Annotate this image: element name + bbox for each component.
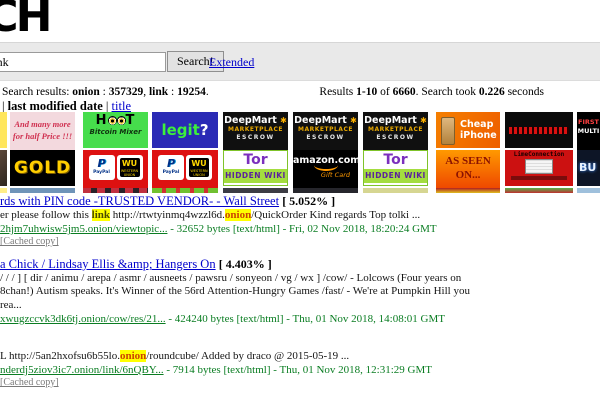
ad-banner-cropped-2[interactable] [0, 150, 7, 186]
ad-strip-cropped[interactable] [0, 188, 7, 193]
ad-strip-cropped[interactable] [223, 188, 288, 193]
torch-logo: TORCH [0, 0, 60, 42]
ad-banner-paypal-westernunion-1[interactable]: P PayPal WU WESTERN UNION [83, 150, 148, 191]
screenshot-thumbnail [525, 159, 553, 174]
result-url-line: nderdj5ziov3ic7.onion/link/6nQBY... - 79… [0, 364, 600, 376]
ad-text: legit [161, 121, 199, 139]
result-meta: - 424240 bytes [text/html] - Thu, 01 Nov… [166, 313, 445, 325]
ad-banner-first-multi[interactable]: FIRST MULTI [577, 112, 600, 154]
ad-subtitle: Bitcoin Mixer [83, 128, 148, 136]
result-url-line: 2hjm7uhwisw5jm5.onion/viewtopic... - 326… [0, 223, 600, 235]
result-relevance: [ 4.403% ] [219, 257, 272, 271]
ad-banner-as-seen-on[interactable]: AS SEEN ON... [436, 150, 500, 190]
result-title-link[interactable]: a Chick / Lindsay Ellis &amp; Hangers On [0, 257, 216, 271]
ad-banner-half-price[interactable]: And many more for half Price !!! [10, 112, 75, 154]
ad-banner-amazon-gift-card[interactable]: amazon.com Gift Card [293, 150, 358, 192]
result-relevance: [ 5.052% ] [282, 194, 335, 208]
extended-search-link[interactable]: Extended [209, 55, 254, 70]
spark-icon: ✱ [280, 116, 287, 125]
result-url-link[interactable]: nderdj5ziov3ic7.onion/link/6nQBY... [0, 364, 164, 376]
spark-icon: ✱ [420, 116, 427, 125]
ad-text: ? [200, 121, 209, 139]
search-term-counts: Search results: onion : 357329, link : 1… [2, 86, 209, 98]
ad-banner-hoot-bitcoin-mixer[interactable]: HT Bitcoin Mixer [83, 112, 148, 148]
ad-banner-hidden-wiki-2[interactable]: Tor HIDDEN WIKI [363, 150, 428, 186]
paypal-logo-icon: P PayPal [89, 155, 115, 180]
ad-strip-cropped[interactable] [505, 188, 573, 193]
result-url-link[interactable]: 2hjm7uhwisw5jm5.onion/viewtopic... [0, 223, 167, 235]
ad-banner-cheap-iphone[interactable]: CheapiPhone [436, 112, 500, 148]
paypal-logo-icon: P PayPal [158, 155, 184, 180]
ad-banner-hidden-wiki-1[interactable]: Tor HIDDEN WIKI [223, 150, 288, 186]
ad-banner-blu-cropped[interactable]: BU [577, 150, 600, 186]
tor-onion-logo: Tor [364, 151, 427, 169]
results-list: rds with PIN code -TRUSTED VENDOR- - Wal… [0, 194, 600, 400]
ad-strip-cropped[interactable] [293, 188, 358, 193]
ad-banner-deepmart-1[interactable]: DeepMart ✱ MARKETPLACE ESCROW [223, 112, 288, 152]
result-meta: - 32652 bytes [text/html] - Fri, 02 Nov … [167, 223, 436, 235]
ad-banner-deepmart-3[interactable]: DeepMart ✱ MARKETPLACE ESCROW [363, 112, 428, 152]
result-url-link[interactable]: xwugzccvk3dk6tj.onion/cow/res/21... [0, 313, 166, 325]
ad-text: And many more [10, 118, 75, 130]
spark-icon: ✱ [350, 116, 357, 125]
results-count: Results 1-10 of 6660. Search took 0.226 … [319, 86, 544, 98]
result-snippet: er please follow this link http://rtwtyi… [0, 209, 487, 222]
ad-strip-cropped[interactable] [10, 188, 75, 193]
search-result: a Chick / Lindsay Ellis &amp; Hangers On… [0, 257, 600, 325]
search-result: L http://5an2hxofsu6b55lo.onion/roundcub… [0, 335, 600, 388]
sort-active-last-modified: | last modified date | [2, 99, 112, 113]
owl-eyes-icon [117, 116, 126, 125]
ad-text: for half Price !!! [10, 130, 75, 142]
ad-strip-cropped[interactable] [363, 188, 428, 193]
ad-banner-paypal-westernunion-2[interactable]: P PayPal WU WESTERN UNION [152, 150, 218, 191]
cached-copy-link[interactable]: [Cached copy] [0, 236, 59, 247]
search-input[interactable] [0, 52, 166, 72]
ad-banner-cropped-1[interactable] [0, 112, 7, 148]
red-text-strip [509, 127, 569, 134]
western-union-logo-icon: WU WESTERN UNION [186, 155, 212, 180]
ad-title: HT [83, 115, 148, 127]
result-title-link[interactable]: rds with PIN code -TRUSTED VENDOR- - Wal… [0, 194, 279, 208]
ad-strip-cropped[interactable] [152, 188, 218, 193]
western-union-logo-icon: WU WESTERN UNION [117, 155, 143, 180]
sort-by-title-link[interactable]: title [112, 99, 131, 113]
ad-strip-cropped[interactable] [83, 188, 148, 193]
ad-banner-dark-red-text[interactable] [505, 112, 573, 148]
result-url-line: xwugzccvk3dk6tj.onion/cow/res/21... - 42… [0, 313, 600, 325]
owl-eyes-icon [108, 116, 117, 125]
tor-onion-logo: Tor [224, 151, 287, 169]
ad-url-strip [511, 176, 567, 180]
search-bar: Search! Extended [0, 42, 600, 81]
result-meta: - 7914 bytes [text/html] - Thu, 01 Nov 2… [164, 364, 432, 376]
ad-banner-legit[interactable]: legit? [152, 112, 218, 148]
torch-logo-text: TORCH [0, 0, 49, 42]
ad-banner-deepmart-2[interactable]: DeepMart ✱ MARKETPLACE ESCROW [293, 112, 358, 152]
ad-strip-cropped[interactable] [436, 188, 500, 193]
ad-strip-cropped[interactable] [577, 188, 600, 193]
search-result: rds with PIN code -TRUSTED VENDOR- - Wal… [0, 194, 600, 247]
ad-banner-lime-connection[interactable]: LimeConnection [505, 150, 573, 186]
ad-title: GOLD [14, 158, 71, 178]
result-snippet: / / / ] [ dir / animu / arepa / asmr / a… [0, 272, 487, 312]
result-snippet: L http://5an2hxofsu6b55lo.onion/roundcub… [0, 350, 487, 363]
iphone-image [441, 117, 455, 145]
ad-banner-gold[interactable]: GOLD [10, 150, 75, 186]
cached-copy-link[interactable]: [Cached copy] [0, 377, 59, 388]
